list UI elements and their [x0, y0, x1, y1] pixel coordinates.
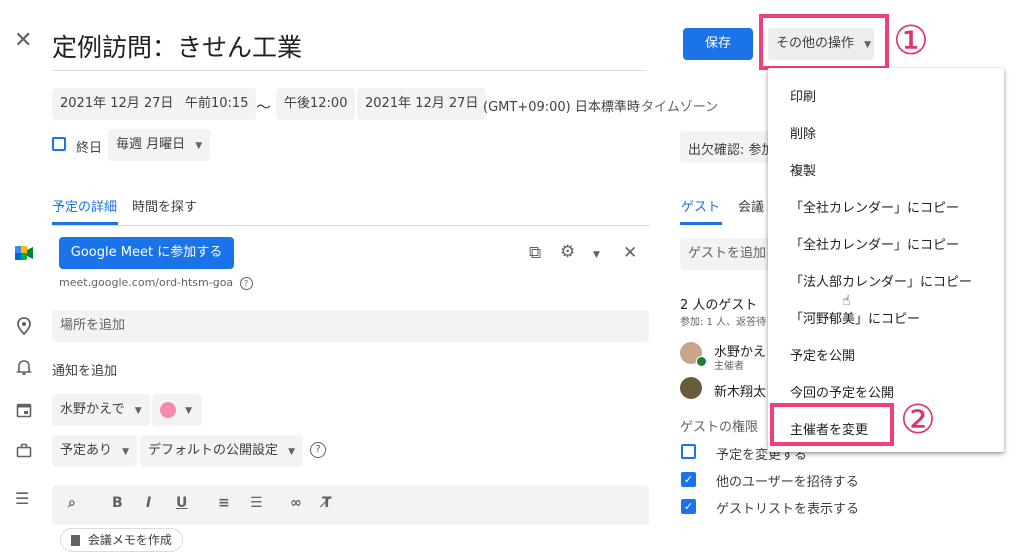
time-separator: 〜	[256, 98, 272, 116]
annotation-number-2: ②	[900, 397, 936, 443]
join-google-meet-button[interactable]: Google Meet に参加する	[59, 237, 234, 269]
chevron-down-icon: ▼	[134, 406, 142, 416]
tabs-divider	[52, 225, 650, 226]
start-date[interactable]: 2021年 12月 27日	[52, 88, 182, 120]
other-actions-menu: 印刷 削除 複製 「全社カレンダー」にコピー 「全社カレンダー」にコピー 「法人…	[768, 68, 1004, 452]
link-icon[interactable]: ∞	[290, 495, 302, 511]
annotation-number-1: ①	[893, 18, 929, 64]
meet-link: meet.google.com/ord-htsm-goa ?	[59, 276, 253, 290]
avatar	[680, 377, 702, 399]
bold-icon[interactable]: B	[112, 495, 123, 511]
save-button[interactable]: 保存	[683, 28, 753, 60]
rsvp-dropdown[interactable]: 出欠確認: 参加	[680, 131, 780, 163]
menu-item-copy-kono-calendar[interactable]: 「河野郁美」にコピー	[790, 308, 920, 327]
permission-modify-checkbox[interactable]	[681, 444, 696, 459]
google-meet-icon	[15, 245, 33, 260]
visibility-label: デフォルトの公開設定	[148, 443, 279, 458]
permission-see-list-checkbox[interactable]: ✓	[681, 499, 696, 514]
menu-item-delete[interactable]: 削除	[790, 123, 816, 142]
availability-label: 予定あり	[60, 443, 113, 458]
timezone-link[interactable]: タイムゾーン	[641, 96, 718, 115]
event-color-dropdown[interactable]: ▼	[152, 394, 202, 426]
visibility-dropdown[interactable]: デフォルトの公開設定 ▼	[140, 435, 304, 467]
tab-rooms[interactable]: 会議	[738, 196, 764, 215]
highlight-other-actions	[759, 14, 889, 70]
underline-icon[interactable]: U	[176, 495, 187, 511]
all-day-label: 終日	[76, 141, 103, 156]
menu-item-publish-event[interactable]: 予定を公開	[790, 345, 855, 364]
help-icon[interactable]: ?	[239, 277, 253, 290]
bell-icon	[16, 358, 32, 380]
menu-item-print[interactable]: 印刷	[790, 86, 816, 105]
location-pin-icon	[16, 317, 32, 339]
guest-count: 2 人のゲスト	[680, 298, 758, 313]
add-guests-input[interactable]: ゲストを追加	[680, 238, 780, 270]
location-input[interactable]: 場所を追加	[52, 310, 649, 342]
chevron-down-icon[interactable]: ▼	[593, 250, 600, 260]
description-icon: ☰	[15, 489, 30, 508]
chevron-down-icon: ▼	[122, 447, 130, 457]
title-underline	[52, 70, 646, 71]
tab-find-time[interactable]: 時間を探す	[132, 196, 197, 215]
guest-name: 新木翔太	[714, 385, 767, 400]
guest-role: 主催者	[714, 361, 744, 372]
repeat-label: 毎週 月曜日	[116, 137, 186, 152]
description-toolbar: ⌕ B I U ≡ ☰ ∞ T̸	[52, 485, 649, 525]
briefcase-icon	[16, 443, 32, 463]
calendar-owner-dropdown[interactable]: 水野かえで ▼	[52, 394, 150, 426]
check-badge-icon	[696, 356, 707, 367]
calendar-icon	[16, 402, 32, 422]
add-notification-link[interactable]: 通知を追加	[52, 360, 117, 379]
chevron-down-icon: ▼	[288, 447, 296, 457]
remove-meet-icon[interactable]: ✕	[623, 245, 637, 262]
permission-invite-checkbox[interactable]: ✓	[681, 472, 696, 487]
event-title[interactable]: 定例訪問：きせん工業	[52, 28, 302, 64]
notes-icon	[71, 535, 80, 546]
repeat-dropdown[interactable]: 毎週 月曜日 ▼	[108, 129, 211, 161]
color-swatch	[160, 401, 176, 418]
meeting-notes-chip[interactable]: 会議メモを作成	[60, 528, 183, 552]
tab-guests[interactable]: ゲスト	[681, 196, 720, 215]
guest-summary: 参加: 1 人、返答待	[680, 317, 767, 328]
attachment-icon[interactable]: ⌕	[68, 495, 76, 511]
menu-item-duplicate[interactable]: 複製	[790, 160, 816, 179]
copy-icon[interactable]: ⧉	[529, 245, 541, 262]
guest-permissions-title: ゲストの権限	[680, 420, 759, 435]
chevron-down-icon: ▼	[195, 141, 203, 151]
all-day-checkbox[interactable]	[52, 137, 66, 151]
start-time[interactable]: 午前10:15	[177, 88, 257, 120]
permission-label: 他のユーザーを招待する	[716, 475, 859, 490]
clear-format-icon[interactable]: T̸	[322, 495, 332, 511]
meeting-notes-label: 会議メモを作成	[87, 533, 172, 547]
guests-tab-indicator	[680, 222, 722, 225]
bulleted-list-icon[interactable]: ☰	[250, 495, 263, 511]
help-icon[interactable]: ?	[310, 442, 326, 458]
tab-event-details[interactable]: 予定の詳細	[52, 196, 117, 215]
end-date[interactable]: 2021年 12月 27日	[357, 88, 487, 120]
close-icon[interactable]: ✕	[14, 30, 32, 52]
highlight-change-owner	[770, 403, 894, 446]
italic-icon[interactable]: I	[146, 495, 151, 511]
menu-item-publish-this-event[interactable]: 今回の予定を公開	[790, 382, 894, 401]
calendar-owner-label: 水野かえで	[60, 402, 125, 417]
timezone-text: (GMT+09:00) 日本標準時	[483, 100, 640, 115]
menu-item-copy-company-calendar[interactable]: 「全社カレンダー」にコピー	[790, 197, 959, 216]
gear-icon[interactable]: ⚙	[560, 244, 575, 261]
chevron-down-icon: ▼	[185, 406, 193, 416]
mouse-pointer-icon: ☝	[842, 293, 851, 309]
menu-item-copy-corporate-calendar[interactable]: 「法人部カレンダー」にコピー	[790, 271, 972, 290]
end-time[interactable]: 午後12:00	[276, 88, 356, 120]
numbered-list-icon[interactable]: ≡	[218, 495, 230, 511]
rsvp-label: 出欠確認: 参加	[688, 143, 775, 158]
menu-item-copy-company-calendar-2[interactable]: 「全社カレンダー」にコピー	[790, 234, 959, 253]
permission-label: ゲストリストを表示する	[716, 502, 860, 517]
availability-dropdown[interactable]: 予定あり ▼	[52, 435, 138, 467]
meet-link-text: meet.google.com/ord-htsm-goa	[59, 276, 234, 289]
